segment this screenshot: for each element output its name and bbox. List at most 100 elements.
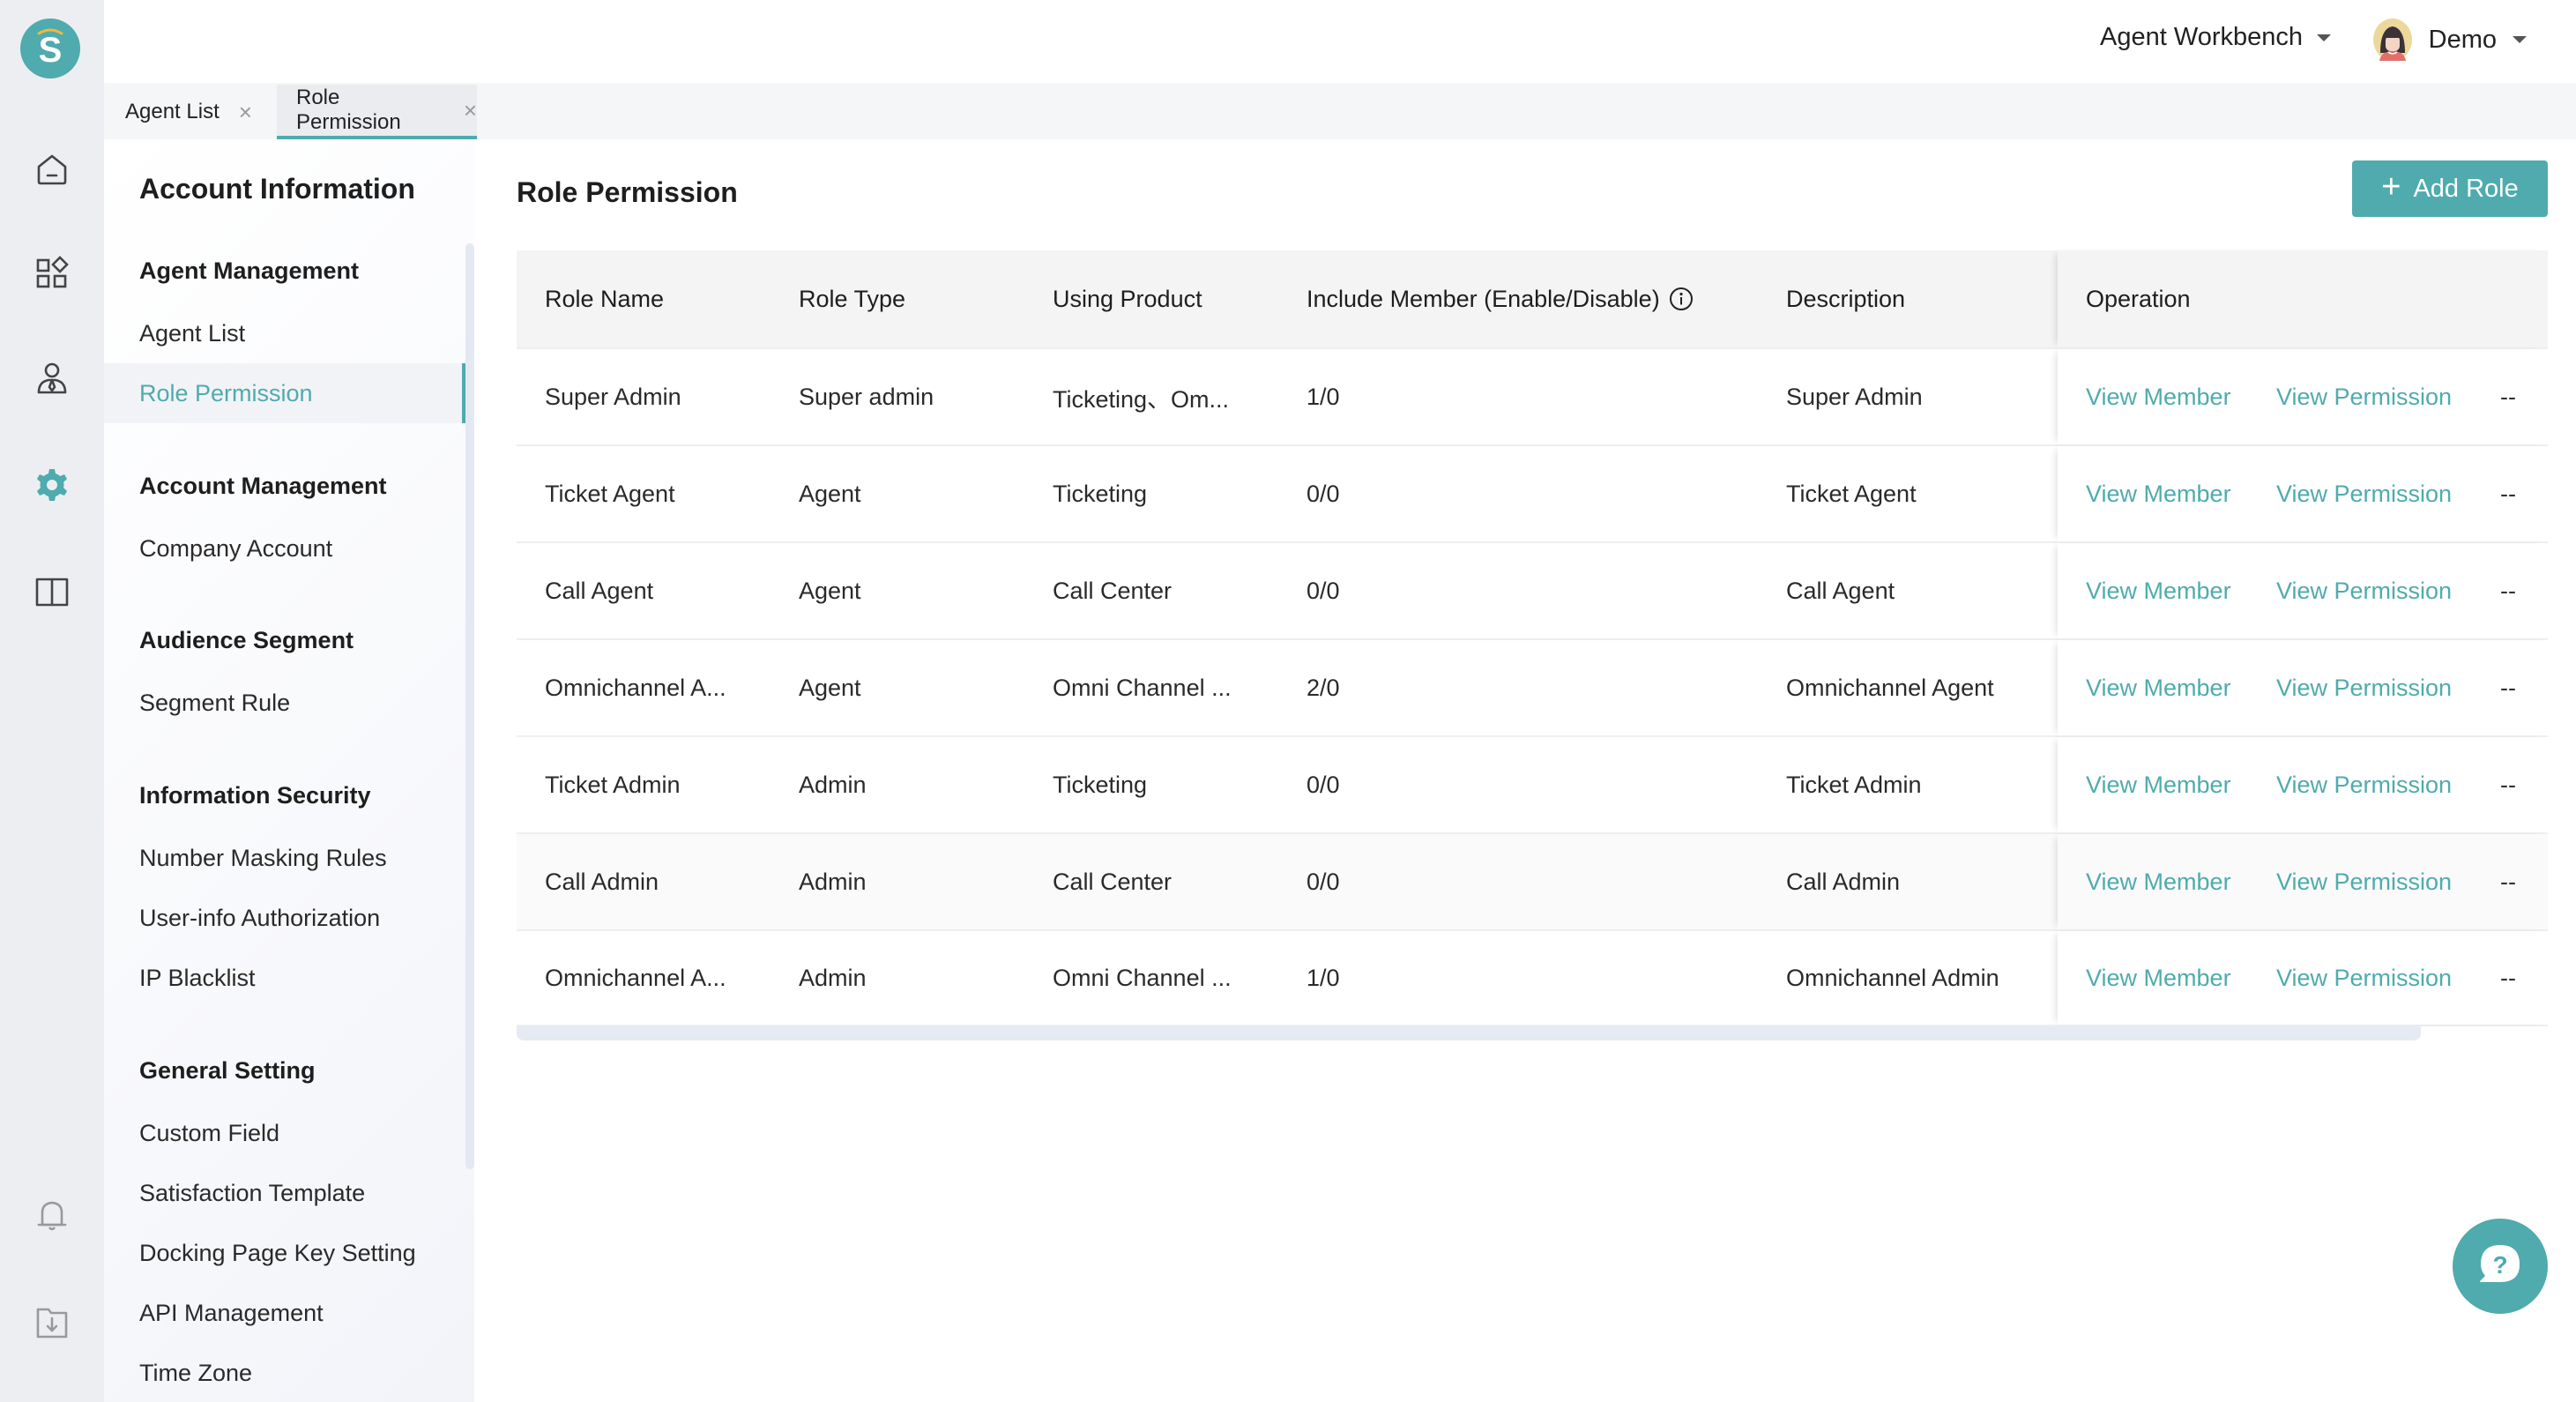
tab-role-permission[interactable]: Role Permission × <box>277 85 477 139</box>
column-header-include-member: Include Member (Enable/Disable) <box>1307 286 1694 313</box>
sidebar-item-custom-field[interactable]: Custom Field <box>104 1103 465 1163</box>
view-permission-link[interactable]: View Permission <box>2276 578 2452 605</box>
table-row[interactable]: Omnichannel A... Agent Omni Channel ... 2/0… <box>517 638 2548 735</box>
cell-description: Call Agent <box>1786 577 1895 604</box>
cell-description: Ticket Agent <box>1786 480 1917 507</box>
logo-icon[interactable]: S <box>19 18 81 79</box>
view-permission-link[interactable]: View Permission <box>2276 481 2452 508</box>
add-role-button[interactable]: + Add Role <box>2352 160 2548 217</box>
table-row[interactable]: Super Admin Super admin Ticketing、Om... 1/0… <box>517 347 2548 444</box>
book-icon[interactable] <box>33 571 71 610</box>
table-row[interactable]: Call Agent Agent Call Center 0/0 Call Agent V… <box>517 541 2548 638</box>
sidebar-item-number-masking-rules[interactable]: Number Masking Rules <box>104 828 465 888</box>
cell-include-member: 2/0 <box>1307 674 1340 701</box>
apps-icon[interactable] <box>33 254 71 293</box>
home-icon[interactable] <box>33 150 71 189</box>
agent-icon[interactable] <box>33 360 71 399</box>
sidebar-item-segment-rule[interactable]: Segment Rule <box>104 673 465 733</box>
sidebar-item-user-info-authorization[interactable]: User-info Authorization <box>104 888 465 948</box>
view-member-link[interactable]: View Member <box>2086 869 2231 896</box>
view-permission-link[interactable]: View Permission <box>2276 965 2452 992</box>
table-row[interactable]: Call Admin Admin Call Center 0/0 Call Admin V… <box>517 832 2548 929</box>
view-permission-link[interactable]: View Permission <box>2276 772 2452 799</box>
cell-description: Omnichannel Admin <box>1786 964 1999 991</box>
table-row[interactable]: Ticket Agent Agent Ticketing 0/0 Ticket Agen… <box>517 444 2548 541</box>
table-row[interactable]: Omnichannel A... Admin Omni Channel ... 1/0… <box>517 929 2548 1026</box>
tab-strip: Agent List × Role Permission × <box>104 83 2576 139</box>
gear-icon[interactable] <box>33 466 71 504</box>
workbench-label: Agent Workbench <box>2100 23 2303 51</box>
help-button[interactable]: ? <box>2453 1219 2548 1314</box>
view-member-link[interactable]: View Member <box>2086 772 2231 799</box>
cell-description: Omnichannel Agent <box>1786 674 1994 701</box>
horizontal-scrollbar[interactable] <box>517 1026 2421 1040</box>
sidebar-item-company-account[interactable]: Company Account <box>104 518 465 578</box>
view-permission-link[interactable]: View Permission <box>2276 384 2452 411</box>
view-member-link[interactable]: View Member <box>2086 384 2231 411</box>
settings-sidebar: Account Information Agent Management Age… <box>104 139 474 1402</box>
user-menu[interactable]: Demo <box>2372 18 2527 62</box>
role-table: Role Name Role Type Using Product Includ… <box>517 250 2548 1026</box>
operation-header-cell: Operation <box>2058 250 2548 347</box>
close-icon[interactable]: × <box>464 99 477 122</box>
column-header-role-name[interactable]: Role Name <box>545 286 664 313</box>
column-header-description[interactable]: Description <box>1786 286 1905 313</box>
view-member-link[interactable]: View Member <box>2086 675 2231 702</box>
operation-cell: View Member View Permission -- <box>2058 349 2548 444</box>
cell-role-name: Super Admin <box>545 383 681 410</box>
tab-label: Agent List <box>125 100 220 123</box>
cell-include-member: 0/0 <box>1307 480 1340 507</box>
cell-role-type: Agent <box>799 480 861 507</box>
sidebar-item-api-management[interactable]: API Management <box>104 1283 465 1343</box>
info-icon[interactable] <box>1669 287 1694 311</box>
view-member-link[interactable]: View Member <box>2086 578 2231 605</box>
operation-cell: View Member View Permission -- <box>2058 640 2548 735</box>
view-member-link[interactable]: View Member <box>2086 965 2231 992</box>
cell-using-product: Call Center <box>1053 868 1173 895</box>
top-header: Agent Workbench Demo <box>104 0 2576 83</box>
cell-role-name: Omnichannel A... <box>545 674 726 701</box>
cell-using-product: Omni Channel ... <box>1053 674 1232 701</box>
sidebar-item-docking-page-key-setting[interactable]: Docking Page Key Setting <box>104 1223 465 1283</box>
table-row[interactable]: Ticket Admin Admin Ticketing 0/0 Ticket Admi… <box>517 735 2548 832</box>
sidebar-scrollbar[interactable] <box>465 243 474 1169</box>
sidebar-item-time-zone[interactable]: Time Zone <box>104 1343 465 1402</box>
cell-using-product: Omni Channel ... <box>1053 964 1232 991</box>
sidebar-item-agent-list[interactable]: Agent List <box>104 303 465 363</box>
bell-icon[interactable] <box>33 1196 71 1234</box>
cell-role-type: Agent <box>799 674 861 701</box>
sidebar-item-ip-blacklist[interactable]: IP Blacklist <box>104 948 465 1008</box>
group-title-audience-segment: Audience Segment <box>139 627 354 653</box>
cell-include-member: 0/0 <box>1307 771 1340 798</box>
page-title: Role Permission <box>517 176 738 208</box>
more-operations: -- <box>2500 868 2516 895</box>
cell-role-type: Admin <box>799 964 867 991</box>
workbench-dropdown[interactable]: Agent Workbench <box>2100 23 2331 52</box>
cell-include-member: 1/0 <box>1307 964 1340 991</box>
icon-rail: S <box>0 0 104 1402</box>
tab-label: Role Permission <box>296 86 401 134</box>
cell-role-name: Ticket Admin <box>545 771 681 798</box>
cell-include-member: 0/0 <box>1307 868 1340 895</box>
main-content: Role Permission + Add Role Role Name Rol… <box>474 139 2576 1402</box>
more-operations: -- <box>2500 771 2516 798</box>
svg-text:S: S <box>39 31 63 70</box>
sidebar-item-satisfaction-template[interactable]: Satisfaction Template <box>104 1163 465 1223</box>
view-permission-link[interactable]: View Permission <box>2276 869 2452 896</box>
view-member-link[interactable]: View Member <box>2086 481 2231 508</box>
chevron-down-icon <box>2317 34 2331 41</box>
view-permission-link[interactable]: View Permission <box>2276 675 2452 702</box>
download-folder-icon[interactable] <box>33 1303 71 1342</box>
more-operations: -- <box>2500 480 2516 507</box>
close-icon[interactable]: × <box>239 101 252 123</box>
column-header-using-product[interactable]: Using Product <box>1053 286 1202 313</box>
column-header-role-type[interactable]: Role Type <box>799 286 905 313</box>
group-title-account-management: Account Management <box>139 473 387 499</box>
group-title-agent-management: Agent Management <box>139 257 360 284</box>
sidebar-item-role-permission[interactable]: Role Permission <box>104 363 465 423</box>
tab-agent-list[interactable]: Agent List × <box>125 85 252 139</box>
cell-role-name: Omnichannel A... <box>545 964 726 991</box>
cell-role-name: Ticket Agent <box>545 480 675 507</box>
cell-using-product: Call Center <box>1053 577 1173 604</box>
plus-icon: + <box>2381 168 2401 205</box>
